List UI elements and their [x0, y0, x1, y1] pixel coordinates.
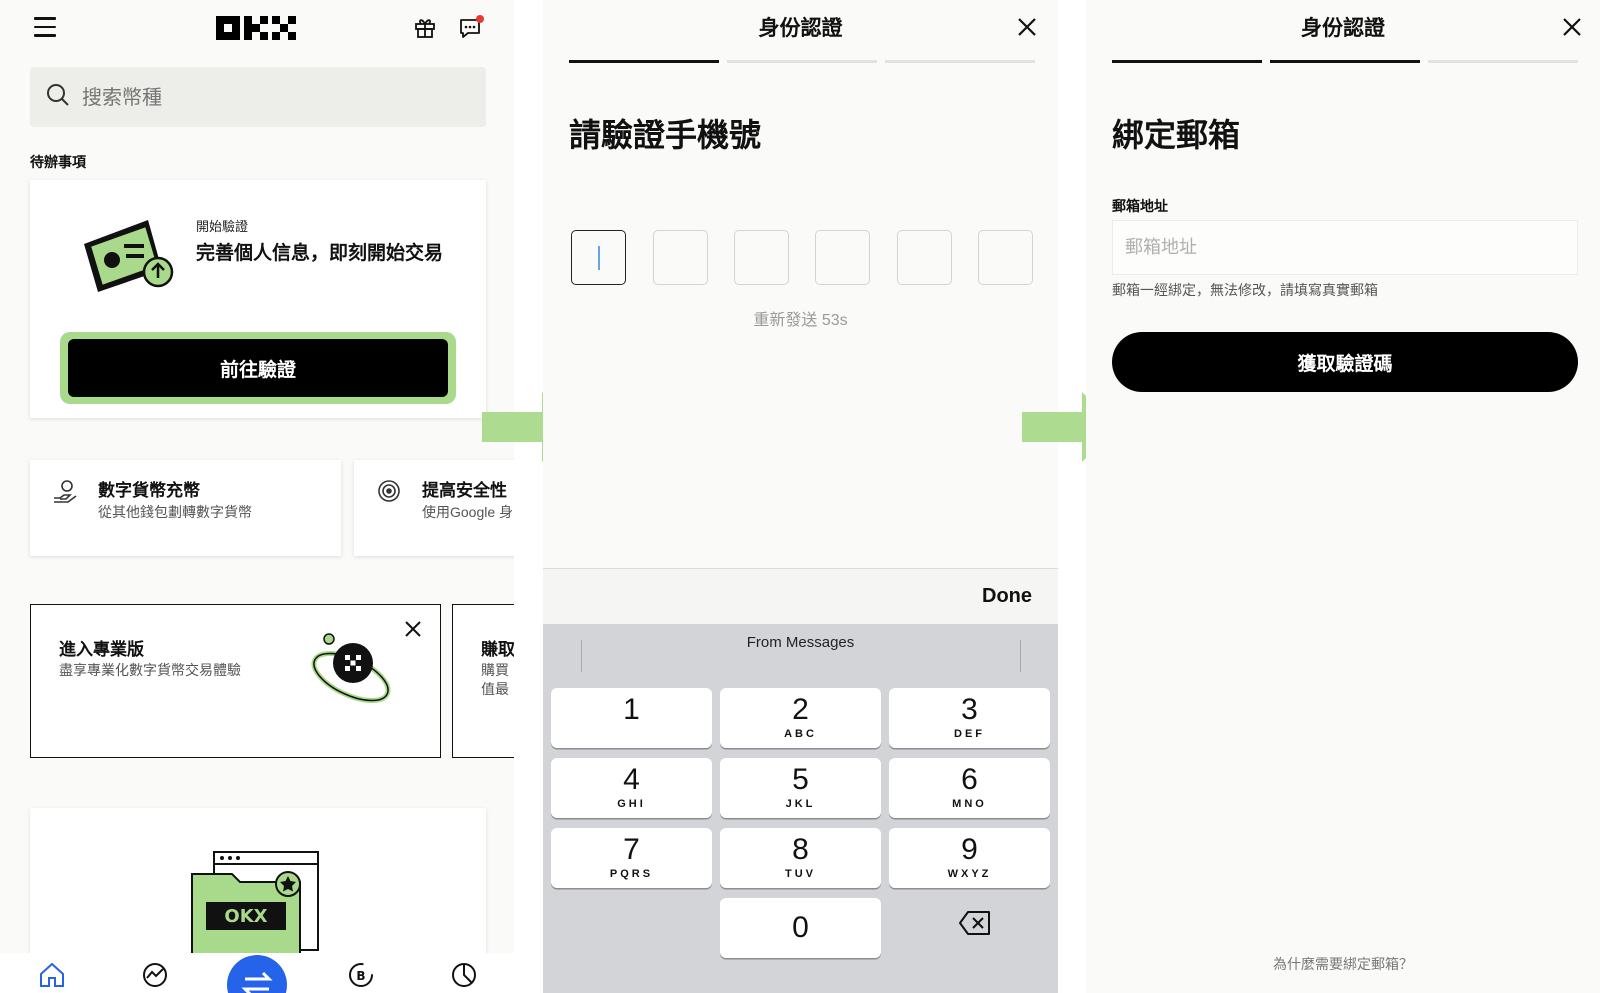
home-icon[interactable] — [38, 961, 66, 989]
todo-title: 完善個人信息，即刻開始交易 — [196, 243, 444, 264]
otp-digit-6[interactable] — [978, 230, 1033, 285]
earn-card-desc-2: 值最 — [481, 681, 509, 697]
progress-step-3 — [1428, 60, 1578, 63]
otp-digit-2[interactable] — [653, 230, 708, 285]
progress-step-2 — [727, 60, 877, 63]
pro-mode-desc: 盡享專業化數字貨幣交易體驗 — [59, 662, 241, 678]
key-6[interactable]: 6 MNO — [889, 758, 1050, 818]
otp-digit-3[interactable] — [734, 230, 789, 285]
folder-okx-illustration: OKX — [188, 850, 328, 961]
swap-icon — [241, 971, 273, 993]
gift-icon[interactable] — [413, 15, 437, 39]
trade-button[interactable] — [227, 955, 287, 993]
close-icon[interactable] — [1017, 17, 1037, 37]
assets-icon[interactable] — [450, 961, 478, 989]
deposit-card-title: 數字貨幣充幣 — [98, 481, 200, 500]
bind-email-screen: 身份認證 綁定郵箱 郵箱地址 郵箱一經綁定，無法修改，請填寫真實郵箱 獲取驗證碼… — [1086, 0, 1600, 993]
done-button[interactable]: Done — [982, 585, 1032, 608]
security-icon — [376, 478, 402, 504]
header-title: 身份認證 — [758, 17, 843, 40]
deposit-icon — [52, 478, 78, 504]
progress-step-2 — [1270, 60, 1420, 63]
deposit-card-desc: 從其他錢包劃轉數字貨幣 — [98, 504, 252, 520]
id-card-illustration — [78, 214, 182, 294]
from-messages-suggestion[interactable]: From Messages — [543, 634, 1058, 651]
key-9[interactable]: 9 WXYZ — [889, 828, 1050, 888]
key-4[interactable]: 4 GHI — [551, 758, 712, 818]
key-2[interactable]: 2 ABC — [720, 688, 881, 748]
pro-mode-title: 進入專業版 — [59, 640, 144, 659]
okx-logo — [216, 16, 296, 40]
header-title: 身份認證 — [1301, 17, 1385, 40]
otp-digit-5[interactable] — [897, 230, 952, 285]
todo-subtitle: 開始驗證 — [196, 219, 249, 234]
progress-step-1 — [569, 60, 719, 63]
todo-section-label: 待辦事項 — [30, 154, 86, 170]
key-0[interactable]: 0 — [720, 898, 881, 958]
otp-digit-1[interactable] — [571, 230, 626, 285]
key-7[interactable]: 7 PQRS — [551, 828, 712, 888]
progress-step-3 — [885, 60, 1035, 63]
email-field[interactable] — [1112, 220, 1578, 275]
home-screen: 待辦事項 開始驗證 完善個人信息，即刻開始交易 前往驗證 數字貨幣充幣 從 — [0, 0, 514, 993]
keyboard-toolbar: Done — [543, 568, 1058, 624]
verification-card: 開始驗證 完善個人信息，即刻開始交易 前往驗證 — [30, 180, 486, 418]
menu-icon[interactable] — [34, 17, 56, 37]
pro-mode-card[interactable]: 進入專業版 盡享專業化數字貨幣交易體驗 — [30, 604, 441, 758]
close-icon[interactable] — [1562, 17, 1582, 37]
numeric-keyboard: From Messages 1 2 ABC 3 DEF 4 GHI 5 JKL 6 MNO… — [543, 624, 1058, 993]
svg-text:B: B — [356, 969, 365, 983]
suggestion-divider — [1020, 640, 1021, 672]
earn-card[interactable]: 賺取 購買 值最 — [452, 604, 514, 758]
otp-digit-4[interactable] — [815, 230, 870, 285]
email-hint: 郵箱一經綁定，無法修改，請填寫真實郵箱 — [1112, 282, 1378, 298]
pro-mode-illustration — [309, 631, 393, 707]
search-bar[interactable] — [30, 67, 486, 127]
why-bind-email-link[interactable]: 為什麼需要綁定郵箱？ — [1086, 954, 1600, 974]
verify-phone-screen: 身份認證 請驗證手機號 重新發送 53s Done From Messages … — [543, 0, 1058, 993]
security-card[interactable]: 提高安全性 使用Google 身 — [354, 460, 514, 556]
svg-text:OKX: OKX — [224, 906, 267, 927]
go-verify-button[interactable]: 前往驗證 — [68, 339, 448, 397]
security-card-desc: 使用Google 身 — [422, 504, 514, 520]
earn-card-desc-1: 購買 — [481, 662, 509, 678]
verify-button-highlight: 前往驗證 — [60, 332, 456, 404]
key-5[interactable]: 5 JKL — [720, 758, 881, 818]
search-icon — [46, 83, 70, 112]
messages-icon[interactable] — [458, 15, 484, 41]
key-3[interactable]: 3 DEF — [889, 688, 1050, 748]
resend-countdown: 重新發送 53s — [753, 312, 848, 329]
deposit-card[interactable]: 數字貨幣充幣 從其他錢包劃轉數字貨幣 — [30, 460, 341, 556]
search-input[interactable] — [82, 85, 442, 109]
close-icon[interactable] — [403, 619, 423, 639]
backspace-icon[interactable] — [958, 910, 992, 936]
markets-icon[interactable] — [141, 961, 169, 989]
email-field-label: 郵箱地址 — [1112, 198, 1168, 214]
earn-icon[interactable]: B — [347, 961, 375, 989]
security-card-title: 提高安全性 — [422, 481, 507, 500]
progress-step-1 — [1112, 60, 1262, 63]
key-1[interactable]: 1 — [551, 688, 712, 748]
get-code-button[interactable]: 獲取驗證碼 — [1112, 332, 1578, 392]
page-title: 請驗證手機號 — [569, 117, 762, 153]
earn-card-title: 賺取 — [481, 640, 514, 659]
page-title: 綁定郵箱 — [1112, 117, 1241, 153]
key-8[interactable]: 8 TUV — [720, 828, 881, 888]
